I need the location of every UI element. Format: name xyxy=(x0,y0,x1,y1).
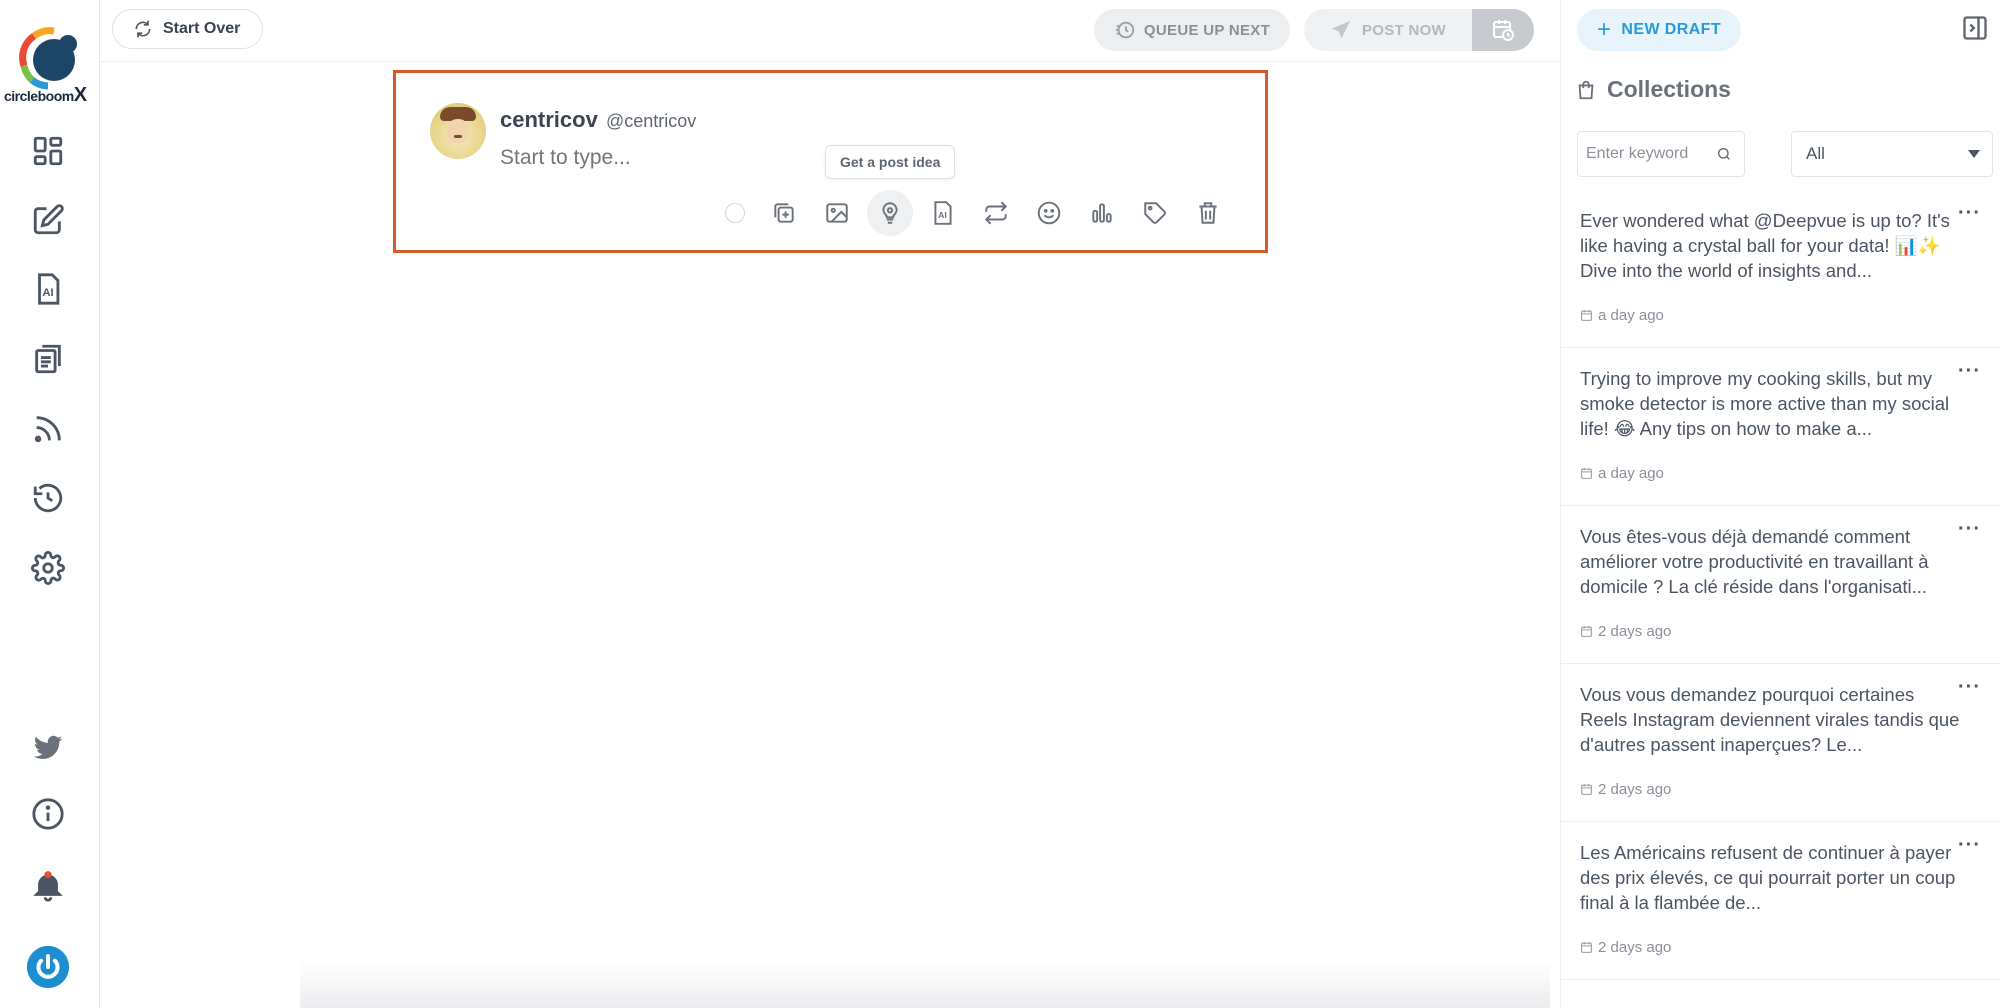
item-timestamp: 2 days ago xyxy=(1580,623,1671,640)
refresh-icon xyxy=(135,20,151,38)
calendar-icon xyxy=(1581,626,1592,637)
queue-clock-icon xyxy=(1115,21,1135,39)
calendar-icon xyxy=(1581,784,1592,795)
compose-card: centricov @centricov Get a post idea AI xyxy=(393,70,1268,253)
bottom-scroll-shadow xyxy=(300,960,1550,1008)
more-options-icon[interactable]: ··· xyxy=(1958,834,1981,857)
svg-text:AI: AI xyxy=(938,210,947,220)
compose-edit-icon[interactable] xyxy=(28,200,68,240)
character-counter-circle xyxy=(712,190,758,236)
send-plane-icon xyxy=(1331,20,1351,39)
queue-up-next-button[interactable]: QUEUE UP NEXT xyxy=(1094,9,1290,51)
collections-title: Collections xyxy=(1607,76,1731,102)
logo-wordmark: circleboomX xyxy=(4,84,87,106)
chevron-down-icon xyxy=(1968,150,1980,158)
item-text: Vous êtes-vous déjà demandé comment amél… xyxy=(1580,526,1929,597)
post-idea-tooltip: Get a post idea xyxy=(825,145,956,179)
plus-icon: + xyxy=(1597,16,1612,43)
list-item[interactable]: Vous êtes-vous déjà demandé comment amél… xyxy=(1561,506,2000,664)
start-over-label: Start Over xyxy=(163,20,241,37)
scheduled-history-icon[interactable] xyxy=(28,478,68,518)
new-draft-label: NEW DRAFT xyxy=(1621,21,1722,38)
emoji-smiley-icon[interactable] xyxy=(1026,190,1072,236)
more-options-icon[interactable]: ··· xyxy=(1958,676,1981,699)
calendar-icon xyxy=(1581,468,1592,479)
item-timestamp: 2 days ago xyxy=(1580,939,1671,956)
post-now-label: POST NOW xyxy=(1361,21,1447,39)
collection-list: Ever wondered what @Deepvue is up to? It… xyxy=(1561,190,2000,980)
right-panel: + NEW DRAFT Collections All Ever wondere… xyxy=(1560,0,2000,1008)
avatar[interactable] xyxy=(430,103,486,159)
item-text: Vous vous demandez pourquoi certaines Re… xyxy=(1580,684,1960,755)
more-options-icon[interactable]: ··· xyxy=(1958,360,1981,383)
svg-text:AI: AI xyxy=(42,287,53,299)
add-thread-post-icon[interactable] xyxy=(761,190,807,236)
panel-collapse-icon[interactable] xyxy=(1961,14,1989,42)
calendar-icon xyxy=(1581,942,1592,953)
articles-icon[interactable] xyxy=(28,339,68,379)
notification-bell-icon[interactable] xyxy=(28,866,68,906)
keyword-search[interactable] xyxy=(1577,131,1745,177)
list-item[interactable]: Vous vous demandez pourquoi certaines Re… xyxy=(1561,664,2000,822)
tag-icon[interactable] xyxy=(1132,190,1178,236)
repost-icon[interactable] xyxy=(973,190,1019,236)
item-timestamp: a day ago xyxy=(1580,307,1664,324)
info-icon[interactable] xyxy=(28,794,68,834)
dashboard-icon[interactable] xyxy=(28,131,68,171)
calendar-clock-icon xyxy=(1493,20,1514,41)
item-text: Ever wondered what @Deepvue is up to? It… xyxy=(1580,210,1950,281)
delete-trash-icon[interactable] xyxy=(1185,190,1231,236)
power-logout-icon[interactable] xyxy=(26,945,70,989)
user-display-name: centricov xyxy=(500,107,598,132)
post-now-button[interactable]: POST NOW xyxy=(1304,9,1472,51)
post-idea-bulb-icon[interactable] xyxy=(867,190,913,236)
queue-up-next-label: QUEUE UP NEXT xyxy=(1143,21,1271,39)
collection-filter-select[interactable]: All xyxy=(1791,131,1993,177)
shopping-bag-icon xyxy=(1578,80,1594,99)
list-item[interactable]: Les Américains refusent de continuer à p… xyxy=(1561,822,2000,980)
compose-text-input[interactable] xyxy=(500,146,1100,170)
start-over-button[interactable]: Start Over xyxy=(112,9,264,49)
item-text: Trying to improve my cooking skills, but… xyxy=(1580,368,1950,439)
new-draft-button[interactable]: + NEW DRAFT xyxy=(1577,9,1742,51)
twitter-bird-icon[interactable] xyxy=(28,727,68,767)
schedule-post-button[interactable] xyxy=(1472,9,1534,51)
settings-gear-icon[interactable] xyxy=(28,548,68,588)
more-options-icon[interactable]: ··· xyxy=(1958,202,1981,225)
left-sidebar: circleboomX AI xyxy=(0,0,100,1008)
item-timestamp: 2 days ago xyxy=(1580,781,1671,798)
list-item[interactable]: Ever wondered what @Deepvue is up to? It… xyxy=(1561,190,2000,348)
user-handle: @centricov xyxy=(606,111,697,131)
ai-writer-icon[interactable]: AI xyxy=(28,269,68,309)
list-item[interactable]: Trying to improve my cooking skills, but… xyxy=(1561,348,2000,506)
item-timestamp: a day ago xyxy=(1580,465,1664,482)
rss-icon[interactable] xyxy=(28,409,68,449)
more-options-icon[interactable]: ··· xyxy=(1958,518,1981,541)
poll-chart-icon[interactable] xyxy=(1079,190,1125,236)
ai-generate-icon[interactable]: AI xyxy=(920,190,966,236)
filter-selected-value: All xyxy=(1806,144,1825,163)
collections-header: Collections xyxy=(1575,76,1731,103)
calendar-icon xyxy=(1581,310,1592,321)
keyword-search-input[interactable] xyxy=(1586,145,1716,163)
search-icon[interactable] xyxy=(1716,146,1732,162)
top-bar: Start Over QUEUE UP NEXT POST NOW xyxy=(100,0,1560,62)
image-upload-icon[interactable] xyxy=(814,190,860,236)
item-text: Les Américains refusent de continuer à p… xyxy=(1580,842,1956,913)
